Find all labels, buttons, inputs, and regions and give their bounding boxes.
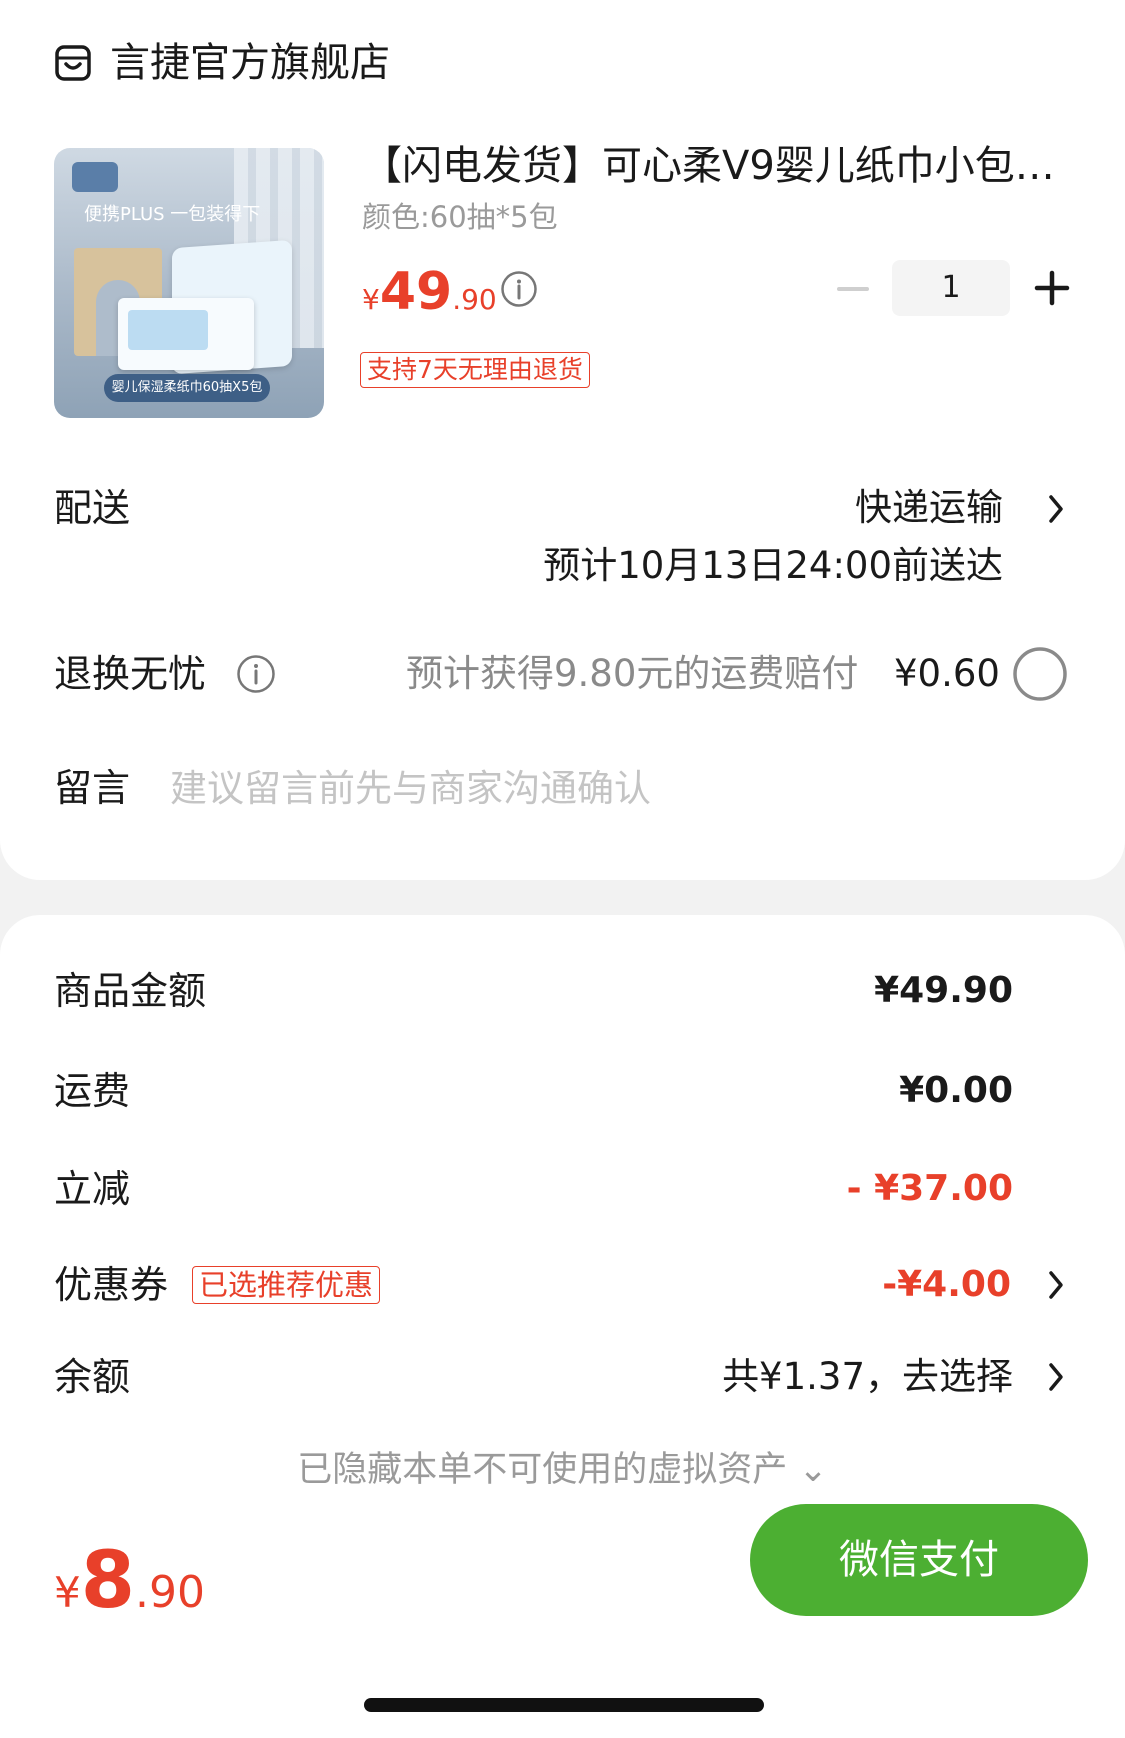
delivery-label: 配送: [54, 486, 131, 530]
insurance-radio[interactable]: [1012, 646, 1068, 702]
quantity-decrease-button[interactable]: [836, 272, 870, 306]
wechat-pay-button[interactable]: 微信支付: [750, 1504, 1088, 1616]
return-policy-badge: 支持7天无理由退货: [360, 352, 590, 388]
product-price: ¥49.90: [362, 262, 497, 334]
coupon-chevron-icon[interactable]: [1046, 1268, 1066, 1302]
order-card: [0, 0, 1125, 880]
chevron-right-icon[interactable]: [1046, 492, 1066, 526]
return-insurance-label: 退换无忧: [54, 652, 207, 696]
balance-value[interactable]: 共¥1.37，去选择: [722, 1352, 1013, 1402]
image-caption: 婴儿保湿柔纸巾60抽X5包: [104, 374, 270, 402]
price-info-icon[interactable]: [500, 270, 538, 308]
delivery-eta: 预计10月13日24:00前送达: [543, 544, 1003, 587]
price-decimal: .90: [452, 283, 497, 316]
tissue-pack-small: [118, 298, 254, 370]
store-icon: [55, 45, 91, 81]
total-currency: ¥: [54, 1568, 81, 1617]
product-title[interactable]: 【闪电发货】可心柔V9婴儿纸巾小包…: [362, 140, 1055, 192]
compensation-text: 预计获得9.80元的运费赔付: [406, 652, 859, 695]
insurance-price: ¥0.60: [894, 652, 1000, 695]
brand-logo: [72, 162, 118, 192]
delivery-method[interactable]: 快递运输: [855, 484, 1003, 532]
shipping-fee-label: 运费: [54, 1069, 131, 1113]
total-price: ¥8.90: [54, 1536, 205, 1647]
product-image[interactable]: 便携PLUS 一包装得下 婴儿保湿柔纸巾60抽X5包: [54, 148, 324, 418]
home-indicator[interactable]: [364, 1698, 764, 1712]
product-spec[interactable]: 颜色:60抽*5包: [362, 198, 558, 236]
goods-amount-value: ¥49.90: [874, 970, 1013, 1011]
price-integer: 49: [379, 262, 453, 322]
coupon-label: 优惠券: [54, 1263, 169, 1307]
quantity-value[interactable]: 1: [892, 260, 1010, 316]
message-input[interactable]: [170, 760, 970, 816]
shipping-fee-value: ¥0.00: [899, 1070, 1013, 1111]
price-currency: ¥: [362, 283, 380, 316]
message-label: 留言: [54, 766, 131, 810]
balance-chevron-icon[interactable]: [1046, 1360, 1066, 1394]
coupon-badge: 已选推荐优惠: [192, 1266, 381, 1304]
insurance-info-icon[interactable]: [236, 654, 276, 694]
image-tagline: 便携PLUS 一包装得下: [84, 204, 261, 225]
quantity-increase-button[interactable]: [1034, 270, 1070, 306]
discount-value: - ¥37.00: [846, 1168, 1013, 1209]
total-integer: 8: [80, 1536, 136, 1626]
balance-label: 余额: [54, 1355, 131, 1399]
coupon-value[interactable]: -¥4.00: [882, 1260, 1011, 1310]
goods-amount-label: 商品金额: [54, 969, 207, 1013]
discount-label: 立减: [54, 1167, 131, 1211]
total-decimal: .90: [135, 1567, 205, 1618]
store-name[interactable]: 言捷官方旗舰店: [110, 38, 390, 88]
